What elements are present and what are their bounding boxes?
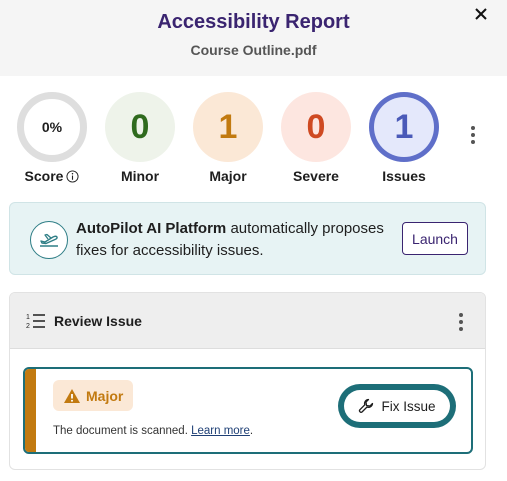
autopilot-banner: AutoPilot AI Platform automatically prop… xyxy=(9,202,486,275)
launch-button[interactable]: Launch xyxy=(402,222,468,255)
numbered-list-icon: 1 2 xyxy=(26,314,45,330)
info-icon[interactable] xyxy=(66,169,79,183)
score-label: Score xyxy=(24,168,64,184)
severity-label: Major xyxy=(86,387,124,404)
issues-count: 1 xyxy=(394,107,414,146)
issues-circle[interactable]: 1 xyxy=(369,92,439,162)
review-more-icon[interactable] xyxy=(455,311,467,333)
review-issue-panel: 1 2 Review Issue Major The document is s… xyxy=(9,292,486,470)
wrench-icon xyxy=(359,398,374,413)
stat-major: 1 Major xyxy=(192,92,264,184)
major-circle: 1 xyxy=(193,92,263,162)
fix-issue-button[interactable]: Fix Issue xyxy=(338,384,456,428)
svg-text:2: 2 xyxy=(26,323,30,330)
stat-score: 0% Score xyxy=(16,92,88,184)
stat-issues[interactable]: 1 Issues xyxy=(368,92,440,184)
issue-card[interactable]: Major The document is scanned. Learn mor… xyxy=(23,367,473,454)
learn-more-link[interactable]: Learn more xyxy=(191,425,250,437)
more-options-icon[interactable] xyxy=(467,124,479,146)
issue-text: The document is scanned. xyxy=(53,425,192,437)
minor-label: Minor xyxy=(120,168,160,184)
fix-issue-label: Fix Issue xyxy=(381,398,436,414)
issue-description: The document is scanned. Learn more. xyxy=(53,425,253,437)
severe-count: 0 xyxy=(306,107,326,146)
severity-badge: Major xyxy=(53,380,134,411)
minor-circle: 0 xyxy=(105,92,175,162)
severe-circle: 0 xyxy=(281,92,351,162)
score-value: 0% xyxy=(41,119,63,135)
autopilot-description: AutoPilot AI Platform automatically prop… xyxy=(76,218,396,262)
stat-severe: 0 Severe xyxy=(280,92,352,184)
review-issue-title: Review Issue xyxy=(54,313,142,329)
minor-count: 0 xyxy=(130,107,150,146)
close-icon[interactable] xyxy=(471,4,491,24)
report-header: Accessibility Report Course Outline.pdf xyxy=(0,0,507,76)
score-circle: 0% xyxy=(17,92,87,162)
accessibility-report-panel: Accessibility Report Course Outline.pdf … xyxy=(0,0,507,481)
file-name: Course Outline.pdf xyxy=(190,42,317,58)
svg-text:1: 1 xyxy=(26,314,30,321)
major-label: Major xyxy=(209,168,247,184)
issues-label: Issues xyxy=(382,168,426,184)
severity-bar xyxy=(25,369,36,452)
warning-icon xyxy=(64,388,80,403)
issue-suffix: . xyxy=(249,425,254,437)
autopilot-name: AutoPilot AI Platform xyxy=(76,220,227,237)
page-title: Accessibility Report xyxy=(157,11,350,33)
stat-minor: 0 Minor xyxy=(104,92,176,184)
review-issue-header: 1 2 Review Issue xyxy=(10,293,485,349)
stats-row: 0% Score 0 Minor 1 Major 0 Severe 1 Issu… xyxy=(0,92,507,187)
autopilot-icon xyxy=(30,221,68,259)
severe-label: Severe xyxy=(293,168,339,184)
major-count: 1 xyxy=(218,107,238,146)
